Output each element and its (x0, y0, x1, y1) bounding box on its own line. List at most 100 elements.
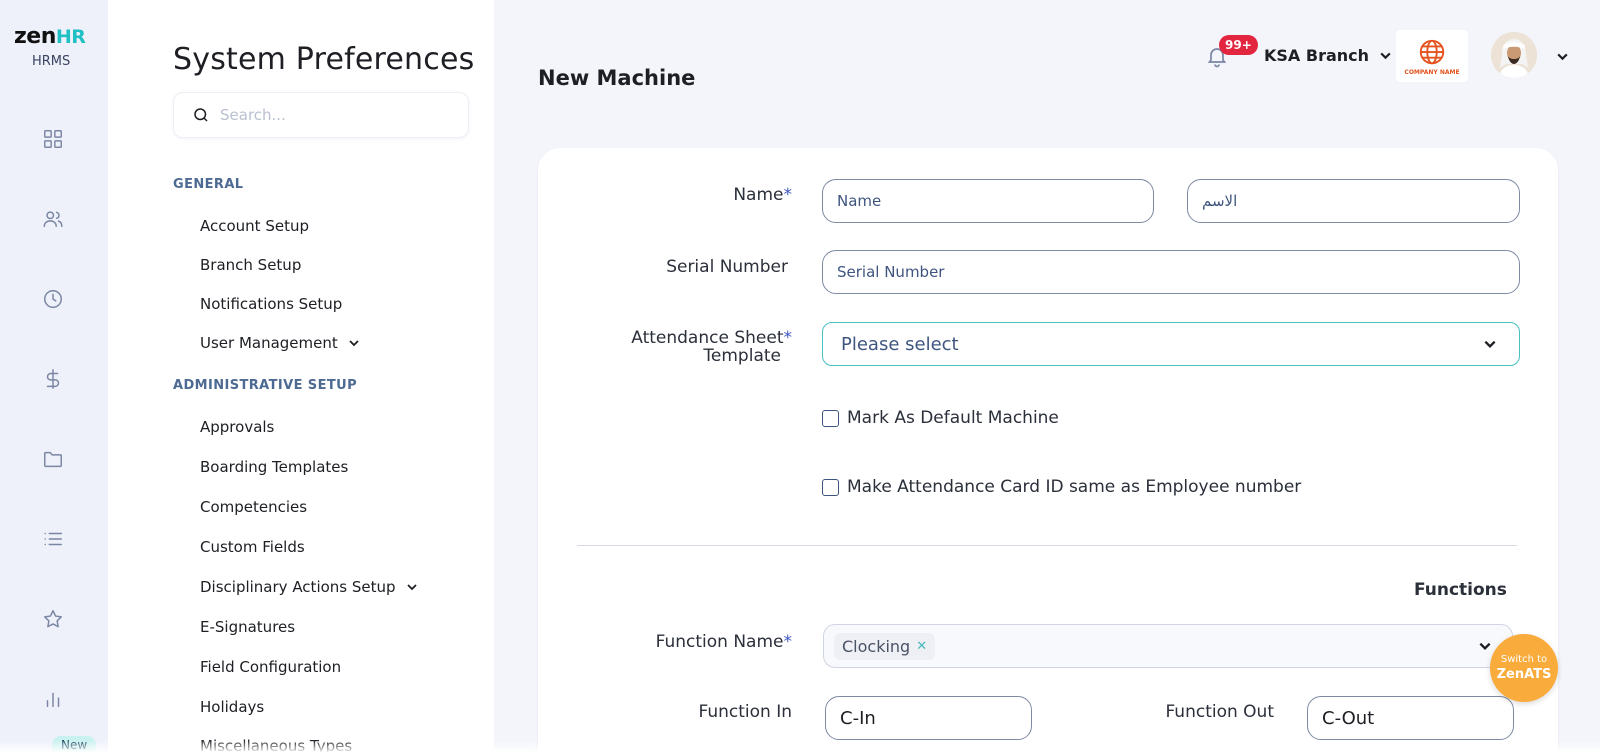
switch-to-zenats-button[interactable]: Switch to ZenATS (1490, 634, 1558, 702)
chevron-down-icon (349, 340, 359, 347)
name-field-ar[interactable] (1187, 179, 1520, 223)
profile-menu-chevron[interactable] (1556, 48, 1569, 67)
attendance-template-label: Attendance Sheet* Template (600, 329, 792, 365)
notification-badge: 99+ (1219, 35, 1258, 55)
checkbox-label: Mark As Default Machine (847, 408, 1059, 428)
product-name: HRMS (32, 54, 71, 69)
function-in-field[interactable] (825, 696, 1032, 740)
chevron-down-icon (406, 584, 417, 591)
chevron-down-icon (1484, 340, 1496, 348)
name-field-en[interactable] (822, 179, 1154, 223)
select-placeholder: Please select (841, 333, 959, 355)
card-id-checkbox[interactable]: Make Attendance Card ID same as Employee… (822, 477, 1301, 497)
template-label-line2: Template (703, 346, 781, 366)
serial-number-label: Serial Number (666, 257, 788, 277)
nav-label: Custom Fields (200, 538, 305, 556)
default-machine-checkbox[interactable]: Mark As Default Machine (822, 408, 1059, 428)
page-title: New Machine (538, 66, 696, 90)
nav-item-e-signatures[interactable]: E-Signatures (200, 618, 295, 636)
company-name-text: COMPANY NAME (1404, 68, 1460, 76)
nav-item-branch-setup[interactable]: Branch Setup (200, 256, 301, 274)
function-out-label: Function Out (1165, 702, 1274, 722)
chevron-down-icon (1479, 642, 1491, 650)
nav-item-notifications-setup[interactable]: Notifications Setup (200, 295, 342, 313)
nav-item-account-setup[interactable]: Account Setup (200, 217, 309, 235)
nav-label: Boarding Templates (200, 458, 349, 476)
nav-label: Account Setup (200, 217, 309, 235)
nav-label: Field Configuration (200, 658, 342, 676)
checkbox-label: Make Attendance Card ID same as Employee… (847, 477, 1302, 497)
star-icon[interactable] (41, 607, 65, 631)
search-input[interactable] (220, 103, 450, 127)
name-label-text: Name (733, 185, 784, 205)
nav-item-approvals[interactable]: Approvals (200, 418, 274, 436)
nav-label: E-Signatures (200, 618, 296, 636)
section-administrative-setup: ADMINISTRATIVE SETUP (173, 378, 358, 393)
nav-item-custom-fields[interactable]: Custom Fields (200, 538, 305, 556)
logo-main-text: zen (14, 24, 56, 49)
list-icon[interactable] (41, 527, 65, 551)
functions-title: Functions (1414, 580, 1507, 600)
template-label-line1: Attendance Sheet (631, 328, 784, 348)
function-tag: Clocking ✕ (834, 632, 936, 660)
nav-item-boarding-templates[interactable]: Boarding Templates (200, 458, 348, 476)
serial-number-input[interactable] (823, 251, 1519, 293)
checkbox-box[interactable] (822, 409, 839, 427)
nav-item-field-configuration[interactable]: Field Configuration (200, 658, 341, 676)
nav-item-competencies[interactable]: Competencies (200, 498, 307, 516)
people-icon[interactable] (41, 207, 65, 231)
required-mark: * (783, 328, 793, 348)
dollar-icon[interactable] (41, 367, 65, 391)
clock-icon[interactable] (41, 287, 65, 311)
function-out-input[interactable] (1308, 697, 1513, 739)
branch-selector[interactable]: KSA Branch (1264, 46, 1392, 65)
name-input-ar[interactable] (1188, 180, 1519, 222)
zenhr-logo[interactable]: zenHR (14, 24, 86, 49)
nav-label: Approvals (200, 418, 275, 436)
chevron-down-icon (1380, 52, 1391, 60)
nav-label: User Management (200, 334, 338, 352)
nav-item-user-management[interactable]: User Management (200, 334, 360, 352)
nav-label: Notifications Setup (200, 295, 343, 313)
remove-tag-icon[interactable]: ✕ (916, 639, 927, 654)
required-mark: * (783, 632, 793, 652)
nav-label: Competencies (200, 498, 308, 516)
logo-accent-text: HR (55, 26, 86, 48)
function-out-field[interactable] (1307, 696, 1514, 740)
nav-label: Miscellaneous Types (200, 737, 353, 752)
nav-item-disciplinary-actions-setup[interactable]: Disciplinary Actions Setup (200, 578, 418, 596)
name-input-en[interactable] (823, 180, 1153, 222)
dashboard-icon[interactable] (41, 127, 65, 151)
globe-icon (1419, 39, 1445, 64)
switch-line2: ZenATS (1496, 667, 1552, 682)
nav-label: Holidays (200, 698, 265, 716)
function-in-label: Function In (698, 702, 793, 722)
user-photo (1491, 32, 1537, 78)
nav-item-miscellaneous-types[interactable]: Miscellaneous Types (200, 737, 352, 752)
required-mark: * (783, 185, 793, 205)
name-label: Name* (700, 185, 792, 205)
function-name-label-text: Function Name (655, 632, 784, 652)
avatar[interactable] (1491, 32, 1537, 78)
serial-number-field[interactable] (822, 250, 1520, 294)
nav-item-holidays[interactable]: Holidays (200, 698, 264, 716)
bar-chart-icon[interactable] (41, 687, 65, 711)
tag-label: Clocking (842, 636, 911, 656)
section-divider (577, 545, 1517, 546)
nav-label: Disciplinary Actions Setup (200, 578, 396, 596)
function-name-label: Function Name* (620, 632, 792, 652)
function-name-multiselect[interactable]: Clocking ✕ (823, 624, 1513, 668)
switch-line1: Switch to (1500, 654, 1548, 665)
checkbox-box[interactable] (822, 478, 839, 496)
nav-label: Branch Setup (200, 256, 302, 274)
function-in-input[interactable] (826, 697, 1031, 739)
branch-label: KSA Branch (1264, 46, 1370, 65)
search-box[interactable] (173, 92, 469, 138)
section-general: GENERAL (173, 177, 244, 192)
new-badge: New (52, 736, 97, 752)
settings-sidebar: System Preferences GENERAL Account Setup… (108, 0, 494, 752)
attendance-template-select[interactable]: Please select (822, 322, 1520, 366)
company-logo[interactable]: COMPANY NAME (1396, 30, 1468, 82)
folder-icon[interactable] (41, 447, 65, 471)
icon-rail: zenHR HRMS New (0, 0, 108, 752)
